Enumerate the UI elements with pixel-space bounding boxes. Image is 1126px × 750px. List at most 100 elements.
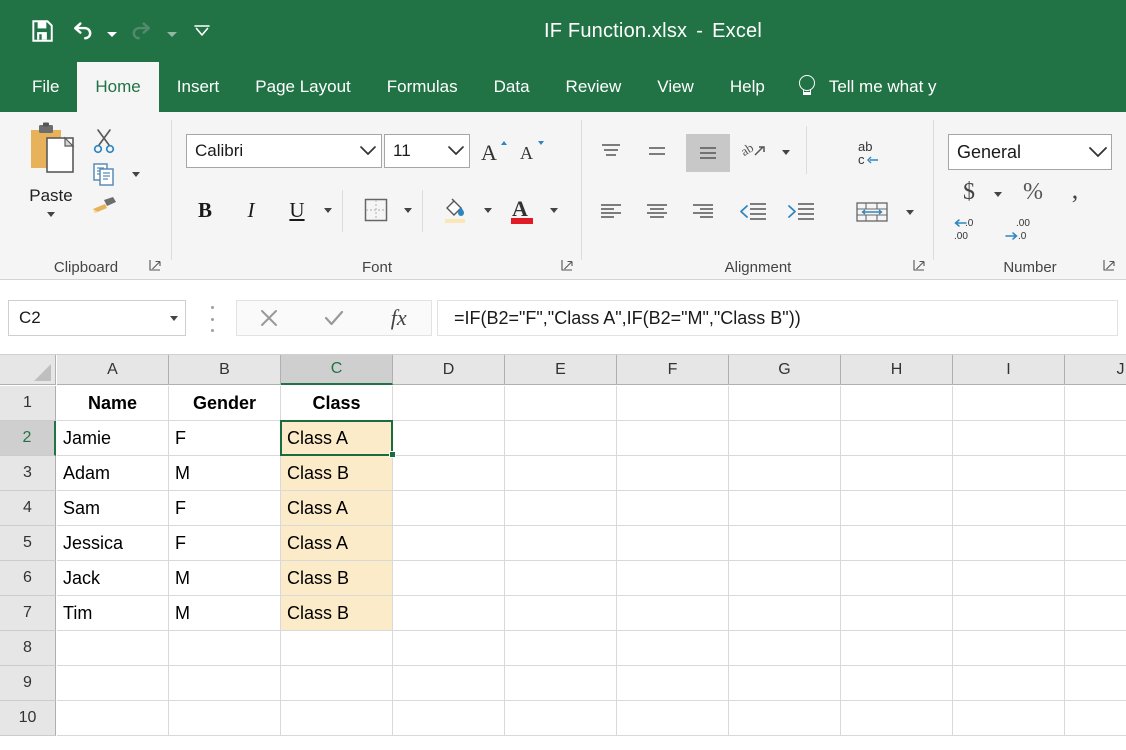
cell-F1[interactable]	[617, 386, 729, 421]
cell-E8[interactable]	[505, 631, 617, 666]
cell-J3[interactable]	[1065, 456, 1126, 491]
row-header-10[interactable]: 10	[0, 701, 56, 736]
font-dialog-launcher[interactable]	[560, 258, 576, 274]
cell-J10[interactable]	[1065, 701, 1126, 736]
align-right-icon[interactable]	[686, 196, 720, 228]
cell-A4[interactable]: Sam	[57, 491, 169, 526]
tab-view[interactable]: View	[639, 62, 712, 112]
column-header-e[interactable]: E	[505, 355, 617, 385]
cell-H6[interactable]	[841, 561, 953, 596]
font-name-combo[interactable]: Calibri	[186, 134, 382, 168]
cell-H5[interactable]	[841, 526, 953, 561]
cell-D8[interactable]	[393, 631, 505, 666]
column-header-g[interactable]: G	[729, 355, 841, 385]
column-header-d[interactable]: D	[393, 355, 505, 385]
cell-I4[interactable]	[953, 491, 1065, 526]
paste-button[interactable]: Paste	[18, 122, 84, 217]
tab-help[interactable]: Help	[712, 62, 783, 112]
column-header-f[interactable]: F	[617, 355, 729, 385]
cell-C6[interactable]: Class B	[281, 561, 393, 596]
cell-G1[interactable]	[729, 386, 841, 421]
font-size-combo[interactable]: 11	[384, 134, 470, 168]
accounting-format-icon[interactable]: $	[954, 176, 984, 208]
chevron-down-icon[interactable]	[1085, 146, 1111, 159]
cell-F3[interactable]	[617, 456, 729, 491]
cell-D10[interactable]	[393, 701, 505, 736]
cell-A10[interactable]	[57, 701, 169, 736]
cell-I9[interactable]	[953, 666, 1065, 701]
cell-G9[interactable]	[729, 666, 841, 701]
cell-A8[interactable]	[57, 631, 169, 666]
tab-insert[interactable]: Insert	[159, 62, 238, 112]
cell-C4[interactable]: Class A	[281, 491, 393, 526]
cell-B7[interactable]: M	[169, 596, 281, 631]
cell-I6[interactable]	[953, 561, 1065, 596]
cell-I8[interactable]	[953, 631, 1065, 666]
borders-icon[interactable]	[358, 194, 394, 226]
align-left-icon[interactable]	[594, 196, 628, 228]
tab-review[interactable]: Review	[548, 62, 640, 112]
cell-H9[interactable]	[841, 666, 953, 701]
number-dialog-launcher[interactable]	[1102, 258, 1118, 274]
cell-H1[interactable]	[841, 386, 953, 421]
cancel-icon[interactable]	[237, 301, 302, 335]
cell-I3[interactable]	[953, 456, 1065, 491]
cell-F4[interactable]	[617, 491, 729, 526]
cell-E6[interactable]	[505, 561, 617, 596]
cell-B2[interactable]: F	[169, 421, 281, 456]
cell-H10[interactable]	[841, 701, 953, 736]
chevron-down-icon[interactable]	[355, 145, 381, 157]
wrap-text-icon[interactable]: abc	[850, 134, 894, 172]
row-header-4[interactable]: 4	[0, 491, 56, 526]
cell-F10[interactable]	[617, 701, 729, 736]
cell-I5[interactable]	[953, 526, 1065, 561]
tab-home[interactable]: Home	[77, 62, 158, 112]
underline-button[interactable]: U	[280, 194, 314, 226]
cell-A5[interactable]: Jessica	[57, 526, 169, 561]
cell-J1[interactable]	[1065, 386, 1126, 421]
bold-button[interactable]: B	[188, 194, 222, 226]
cell-D7[interactable]	[393, 596, 505, 631]
cell-A9[interactable]	[57, 666, 169, 701]
row-header-9[interactable]: 9	[0, 666, 56, 701]
merge-and-center-icon[interactable]	[852, 196, 892, 228]
bottom-align-icon[interactable]	[686, 134, 730, 172]
orientation-dropdown-icon[interactable]	[778, 138, 794, 166]
cell-B8[interactable]	[169, 631, 281, 666]
cell-D4[interactable]	[393, 491, 505, 526]
cell-F7[interactable]	[617, 596, 729, 631]
cell-I2[interactable]	[953, 421, 1065, 456]
tab-data[interactable]: Data	[476, 62, 548, 112]
enter-icon[interactable]	[302, 301, 367, 335]
cell-C8[interactable]	[281, 631, 393, 666]
row-header-7[interactable]: 7	[0, 596, 56, 631]
cell-C9[interactable]	[281, 666, 393, 701]
number-format-combo[interactable]: General	[948, 134, 1112, 170]
cell-G10[interactable]	[729, 701, 841, 736]
orientation-icon[interactable]: ab	[738, 136, 772, 168]
tab-page-layout[interactable]: Page Layout	[237, 62, 368, 112]
center-align-icon[interactable]	[640, 196, 674, 228]
cell-C7[interactable]: Class B	[281, 596, 393, 631]
merge-dropdown-icon[interactable]	[902, 198, 918, 226]
increase-font-size-icon[interactable]: A	[478, 134, 512, 168]
cell-A3[interactable]: Adam	[57, 456, 169, 491]
copy-dropdown-icon[interactable]	[128, 160, 144, 188]
copy-icon[interactable]	[88, 160, 120, 190]
cell-D2[interactable]	[393, 421, 505, 456]
column-header-b[interactable]: B	[169, 355, 281, 385]
clipboard-dialog-launcher[interactable]	[148, 258, 164, 274]
column-header-j[interactable]: J	[1065, 355, 1126, 385]
decrease-indent-icon[interactable]	[734, 196, 772, 228]
decrease-font-size-icon[interactable]: A	[516, 134, 550, 168]
cell-B6[interactable]: M	[169, 561, 281, 596]
cell-J5[interactable]	[1065, 526, 1126, 561]
cell-D5[interactable]	[393, 526, 505, 561]
cell-A2[interactable]: Jamie	[57, 421, 169, 456]
alignment-dialog-launcher[interactable]	[912, 258, 928, 274]
column-header-h[interactable]: H	[841, 355, 953, 385]
row-header-5[interactable]: 5	[0, 526, 56, 561]
cell-D3[interactable]	[393, 456, 505, 491]
row-header-3[interactable]: 3	[0, 456, 56, 491]
cell-H8[interactable]	[841, 631, 953, 666]
